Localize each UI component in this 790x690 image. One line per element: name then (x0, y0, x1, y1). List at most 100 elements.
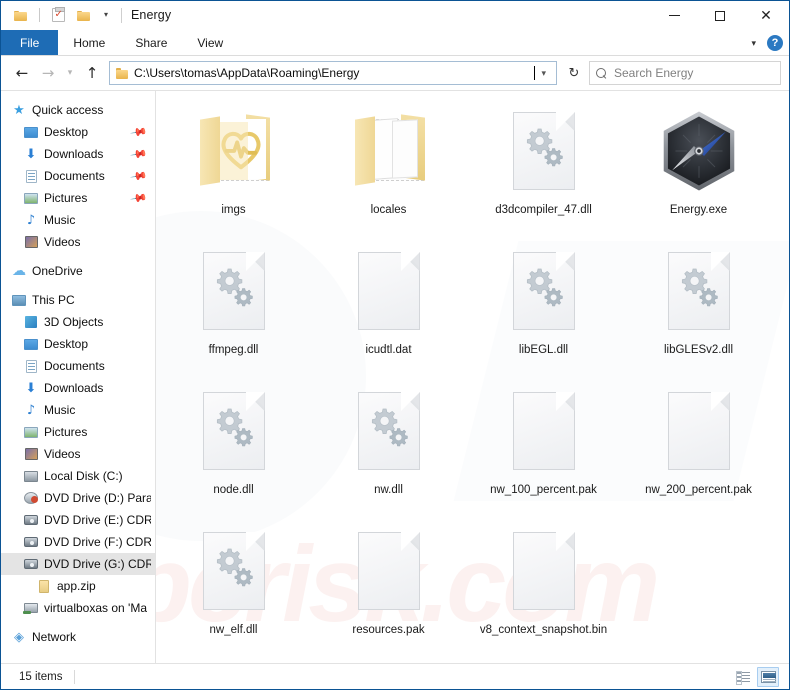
energy-app-icon (663, 111, 734, 191)
file-tile[interactable]: nw_elf.dll (156, 519, 311, 659)
file-page-icon (357, 532, 420, 610)
search-input[interactable]: Search Energy (589, 61, 781, 85)
pin-icon[interactable]: 📌 (130, 189, 149, 208)
details-view-button[interactable] (732, 667, 754, 687)
sidebar-item-label: virtualboxas on 'Ma (44, 601, 148, 615)
dll-file-icon (186, 385, 282, 477)
sidebar-item-documents[interactable]: Documents (1, 355, 155, 377)
gears-icon (681, 268, 718, 307)
tab-home[interactable]: Home (58, 30, 120, 55)
navigation-pane[interactable]: ★ Quick access Desktop 📌 ⬇ Downloads 📌 Document… (1, 91, 156, 663)
sidebar-item-label: app.zip (57, 579, 96, 593)
file-tile[interactable]: resources.pak (311, 519, 466, 659)
file-tile[interactable]: nw.dll (311, 379, 466, 519)
pictures-icon (23, 190, 39, 206)
path-dropdown-chevron-icon[interactable]: ▾ (535, 68, 552, 79)
videos-icon (23, 446, 39, 462)
file-tile[interactable]: libEGL.dll (466, 239, 621, 379)
videos-icon (23, 234, 39, 250)
sidebar-item-pictures[interactable]: Pictures (1, 421, 155, 443)
path-input[interactable]: C:\Users\tomas\AppData\Roaming\Energy ▾ (109, 61, 557, 85)
folder-icon (341, 105, 437, 197)
file-name-label: imgs (221, 204, 246, 216)
file-tile[interactable]: libGLESv2.dll (621, 239, 776, 379)
tab-view[interactable]: View (182, 30, 238, 55)
up-button[interactable]: ↑ (79, 60, 105, 86)
recent-locations-chevron-icon[interactable]: ▾ (61, 60, 79, 86)
sidebar-item-label: Documents (44, 169, 105, 183)
help-icon[interactable]: ? (767, 35, 783, 51)
local-disk-icon (23, 468, 39, 484)
chevron-down-icon[interactable]: ▾ (100, 5, 112, 25)
dll-file-icon (186, 245, 282, 337)
file-page-icon (202, 252, 265, 330)
pin-icon[interactable]: 📌 (130, 123, 149, 142)
pin-icon[interactable]: 📌 (130, 167, 149, 186)
file-tile[interactable]: Energy.exe (621, 99, 776, 239)
sidebar-item-downloads[interactable]: ⬇ Downloads (1, 377, 155, 399)
sidebar-item-pictures[interactable]: Pictures 📌 (1, 187, 155, 209)
sidebar-item-dvd-drive-g-cdro[interactable]: DVD Drive (G:) CDRO (1, 553, 155, 575)
music-icon: ♪ (26, 212, 36, 228)
chevron-down-icon[interactable]: ▾ (747, 38, 760, 49)
gears-icon (216, 268, 253, 307)
back-button[interactable]: ← (9, 60, 35, 86)
download-icon: ⬇ (25, 146, 37, 162)
pin-icon[interactable]: 📌 (130, 145, 149, 164)
file-name-label: v8_context_snapshot.bin (479, 624, 608, 636)
sidebar-item-dvd-drive-e-cdro[interactable]: DVD Drive (E:) CDRO (1, 509, 155, 531)
dll-file-icon (651, 245, 747, 337)
network-drive-icon (23, 600, 39, 616)
file-tile[interactable]: locales (311, 99, 466, 239)
sidebar-item-documents[interactable]: Documents 📌 (1, 165, 155, 187)
sidebar-item-desktop[interactable]: Desktop (1, 333, 155, 355)
status-divider (74, 669, 76, 684)
large-icons-view-button[interactable] (757, 667, 779, 687)
file-tile[interactable]: d3dcompiler_47.dll (466, 99, 621, 239)
file-list-pane[interactable]: pcrisk.com imgs locales d3dcompiler_47.d… (156, 91, 789, 663)
new-folder-icon[interactable] (74, 5, 94, 25)
sidebar-item-3d-objects[interactable]: 3D Objects (1, 311, 155, 333)
file-name-label: Energy.exe (669, 204, 728, 216)
sidebar-item-quick-access[interactable]: ★ Quick access (1, 99, 155, 121)
sidebar-item-music[interactable]: ♪ Music (1, 209, 155, 231)
file-tile[interactable]: ffmpeg.dll (156, 239, 311, 379)
folder-icon (116, 67, 129, 79)
properties-icon[interactable] (48, 5, 68, 25)
sidebar-item-label: DVD Drive (E:) CDRO (44, 513, 151, 527)
sidebar-item-this-pc[interactable]: This PC (1, 289, 155, 311)
sidebar-item-network[interactable]: ◈ Network (1, 626, 155, 648)
sidebar-item-onedrive[interactable]: ☁ OneDrive (1, 260, 155, 282)
search-icon (596, 67, 607, 79)
sidebar-item-music[interactable]: ♪ Music (1, 399, 155, 421)
sidebar-item-dvd-drive-d-paral[interactable]: DVD Drive (D:) Paral (1, 487, 155, 509)
sidebar-item-videos[interactable]: Videos (1, 231, 155, 253)
tab-file[interactable]: File (1, 30, 59, 55)
maximize-button[interactable] (697, 1, 743, 30)
file-tile[interactable]: nw_200_percent.pak (621, 379, 776, 519)
sidebar-item-dvd-drive-f-cdro[interactable]: DVD Drive (F:) CDRO (1, 531, 155, 553)
file-tile[interactable]: node.dll (156, 379, 311, 519)
folder-icon[interactable] (11, 5, 31, 25)
file-tile[interactable]: icudtl.dat (311, 239, 466, 379)
tab-share[interactable]: Share (120, 30, 182, 55)
file-page-icon (512, 112, 575, 190)
sidebar-item-desktop[interactable]: Desktop 📌 (1, 121, 155, 143)
refresh-button[interactable]: ↻ (561, 61, 587, 85)
sidebar-item-downloads[interactable]: ⬇ Downloads 📌 (1, 143, 155, 165)
sidebar-item-videos[interactable]: Videos (1, 443, 155, 465)
close-button[interactable]: ✕ (743, 1, 789, 30)
title-bar: ▾ Energy ✕ (1, 1, 789, 30)
sidebar-item-label: Videos (44, 447, 81, 461)
sidebar-item-local-disk-c[interactable]: Local Disk (C:) (1, 465, 155, 487)
dvd-drive-icon (23, 556, 39, 572)
sidebar-item-app-zip[interactable]: app.zip (1, 575, 155, 597)
file-tile[interactable]: nw_100_percent.pak (466, 379, 621, 519)
file-tile[interactable]: v8_context_snapshot.bin (466, 519, 621, 659)
forward-button[interactable]: → (35, 60, 61, 86)
sidebar-item-label: 3D Objects (44, 315, 104, 329)
file-tile[interactable]: imgs (156, 99, 311, 239)
sidebar-item-virtualboxas-on-ma[interactable]: virtualboxas on 'Ma (1, 597, 155, 619)
window-title: Energy (131, 8, 172, 22)
minimize-button[interactable] (651, 1, 697, 30)
